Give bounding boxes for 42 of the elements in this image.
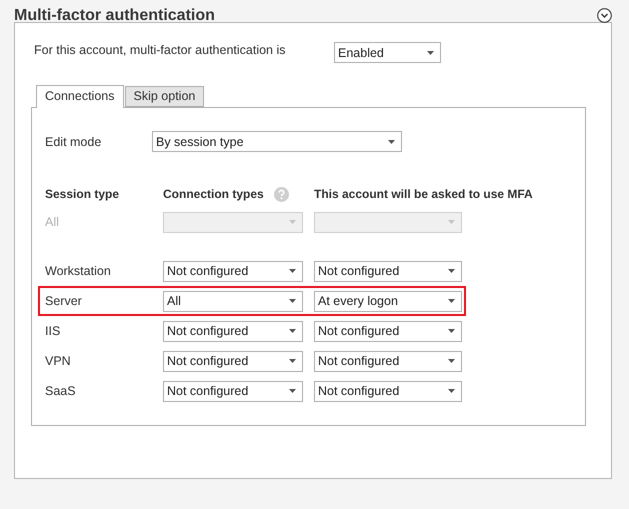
caret-icon (289, 269, 296, 273)
dropdown[interactable]: All (163, 290, 303, 312)
caret-icon (448, 329, 455, 333)
column-header: Connection types (163, 187, 264, 201)
column-header: Session type (45, 187, 120, 201)
dropdown[interactable]: Not configured (163, 380, 303, 402)
caret-icon (448, 220, 455, 224)
caret-icon (289, 359, 296, 363)
session-type: All (45, 215, 60, 229)
section-title: Multi-factor authentication (14, 6, 215, 24)
caret-icon (289, 299, 296, 303)
tab[interactable]: Skip option (124, 86, 204, 107)
column-header: This account will be asked to use MFA (314, 187, 534, 201)
caret-icon (448, 359, 455, 363)
dropdown[interactable]: Not configured (163, 350, 303, 372)
field-label: For this account, multi-factor authentication is (34, 42, 287, 57)
dropdown[interactable]: By session type (152, 131, 402, 152)
dropdown[interactable]: At every logon (314, 290, 462, 312)
collapse-icon[interactable] (597, 8, 612, 23)
dropdown[interactable]: Not configured (314, 380, 462, 402)
caret-icon (388, 140, 395, 144)
caret-icon (289, 329, 296, 333)
field-label: Edit mode (45, 134, 102, 148)
caret-icon (427, 50, 434, 54)
dropdown[interactable]: Not configured (163, 260, 303, 282)
session-type: SaaS (45, 384, 77, 398)
caret-icon (448, 269, 455, 273)
session-type: Server (45, 294, 83, 308)
caret-icon (289, 389, 296, 393)
tab[interactable]: Connections (36, 85, 124, 108)
session-type: Workstation (45, 264, 112, 278)
help-icon[interactable] (274, 186, 289, 202)
dropdown[interactable]: Not configured (163, 320, 303, 342)
session-type: IIS (45, 324, 62, 338)
caret-icon (289, 220, 296, 224)
dropdown[interactable]: Not configured (314, 350, 462, 372)
dropdown[interactable]: Not configured (314, 260, 462, 282)
caret-icon (448, 299, 455, 303)
caret-icon (448, 389, 455, 393)
dropdown[interactable]: Enabled (334, 42, 441, 63)
dropdown[interactable]: Not configured (314, 320, 462, 342)
session-type: VPN (45, 354, 72, 368)
